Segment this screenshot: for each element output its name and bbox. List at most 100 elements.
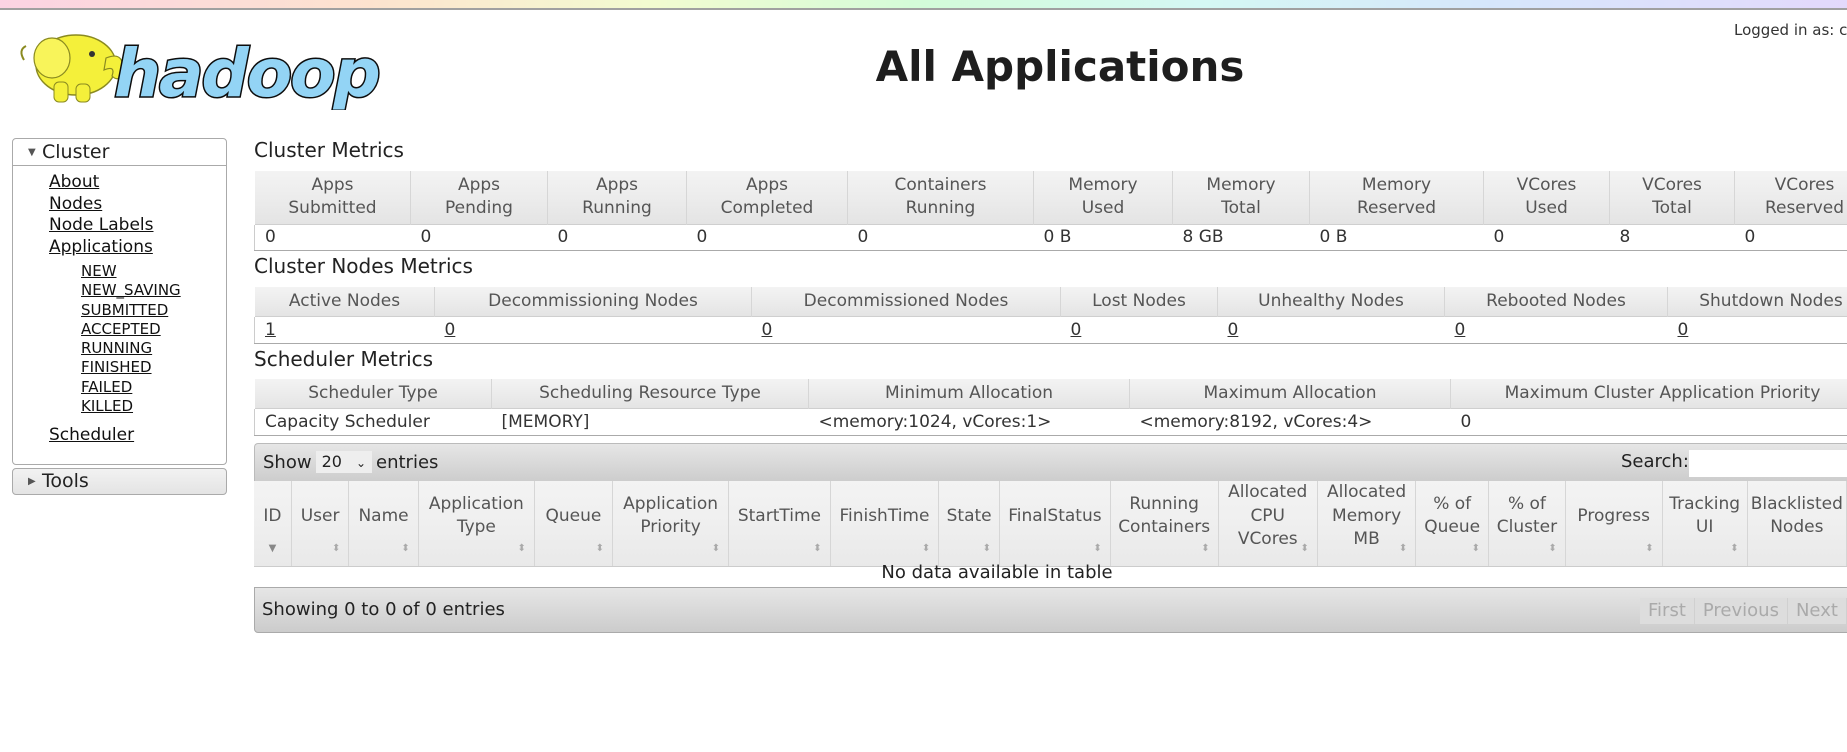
empty-table-message: No data available in table [881, 562, 1113, 583]
column-of-queue[interactable]: % of Queue ⬍ [1415, 481, 1490, 567]
column-starttime[interactable]: StartTime ⬍ [728, 481, 831, 567]
header-apps-pending: Apps Pending [410, 171, 548, 224]
value-decommissioning-nodes: 0 [434, 315, 752, 344]
sort-icon[interactable]: ⬍ [518, 543, 526, 554]
link-shutdown-nodes[interactable]: 0 [1678, 320, 1689, 340]
table-info: Showing 0 to 0 of 0 entries [262, 599, 505, 620]
page-size-control: Show 20 ⌄ entries [263, 451, 438, 473]
column-running-containers[interactable]: Running Containers ⬍ [1110, 481, 1219, 567]
pager-first-button[interactable]: First [1640, 598, 1695, 624]
column-state[interactable]: State ⬍ [938, 481, 1001, 567]
column-name[interactable]: Name ⬍ [348, 481, 419, 567]
search-label: Search: [1621, 451, 1689, 472]
apps-table-toolbar: Show 20 ⌄ entries Search: [254, 443, 1847, 481]
link-unhealthy-nodes[interactable]: 0 [1228, 320, 1239, 340]
value-containers-running: 0 [847, 223, 1034, 251]
sidebar-item-about[interactable]: About [49, 172, 99, 192]
chevron-down-icon: ⌄ [355, 456, 366, 470]
sort-icon[interactable]: ⬍ [813, 543, 821, 554]
column-application-priority[interactable]: Application Priority ⬍ [612, 481, 730, 567]
sort-icon[interactable]: ⬍ [332, 543, 340, 554]
header-lost-nodes: Lost Nodes [1060, 287, 1218, 316]
header-rebooted-nodes: Rebooted Nodes [1444, 287, 1668, 316]
value-vcores-total: 8 [1609, 223, 1735, 251]
header-maximum-cluster-application-priority: Maximum Cluster Application Priority [1450, 379, 1847, 408]
value-apps-pending: 0 [410, 223, 548, 251]
sort-icon[interactable]: ⬍ [922, 543, 930, 554]
pager-next-button[interactable]: Next [1788, 598, 1847, 624]
column-finalstatus[interactable]: FinalStatus ⬍ [999, 481, 1111, 567]
header-vcores-used: VCores Used [1483, 171, 1610, 224]
header-memory-total: Memory Total [1172, 171, 1310, 224]
column-user[interactable]: User ⬍ [291, 481, 350, 567]
sort-icon[interactable]: ⬍ [1472, 543, 1480, 554]
header-apps-submitted: Apps Submitted [254, 171, 411, 224]
sidebar-item-applications[interactable]: Applications [49, 237, 153, 257]
sidebar-item-node-labels[interactable]: Node Labels [49, 215, 154, 235]
link-rebooted-nodes[interactable]: 0 [1455, 320, 1466, 340]
browser-top-strip [0, 0, 1847, 10]
pager-previous-button[interactable]: Previous [1695, 598, 1788, 624]
column-id[interactable]: ID ▼ [254, 481, 292, 567]
link-decommissioned-nodes[interactable]: 0 [762, 320, 773, 340]
column-of-cluster[interactable]: % of Cluster ⬍ [1488, 481, 1566, 567]
column-blacklisted-nodes[interactable]: Blacklisted Nodes [1747, 481, 1847, 567]
sidebar-state-finished[interactable]: FINISHED [81, 358, 152, 376]
sidebar-item-nodes[interactable]: Nodes [49, 194, 102, 214]
sidebar-state-accepted[interactable]: ACCEPTED [81, 320, 161, 338]
value-maximum-cluster-application-priority: 0 [1450, 407, 1847, 436]
sidebar-state-killed[interactable]: KILLED [81, 397, 133, 415]
value-memory-total: 8 GB [1172, 223, 1310, 251]
value-apps-submitted: 0 [254, 223, 411, 251]
value-unhealthy-nodes: 0 [1217, 315, 1445, 344]
sidebar-state-new-saving[interactable]: NEW_SAVING [81, 281, 181, 299]
column-application-type[interactable]: Application Type ⬍ [418, 481, 535, 567]
sort-icon[interactable]: ⬍ [712, 543, 720, 554]
tools-section-label: Tools [42, 470, 89, 492]
header-scheduler-type: Scheduler Type [254, 379, 492, 408]
sort-icon[interactable]: ⬍ [1548, 543, 1556, 554]
tools-section-toggle[interactable]: ▶ Tools [13, 469, 226, 494]
header-decommissioning-nodes: Decommissioning Nodes [434, 287, 752, 316]
sort-icon[interactable]: ⬍ [401, 543, 409, 554]
column-finishtime[interactable]: FinishTime ⬍ [830, 481, 940, 567]
column-progress[interactable]: Progress ⬍ [1565, 481, 1663, 567]
sort-icon[interactable]: ⬍ [1730, 543, 1738, 554]
sidebar-item-scheduler[interactable]: Scheduler [49, 425, 134, 445]
link-decommissioning-nodes[interactable]: 0 [445, 320, 456, 340]
sort-icon[interactable]: ⬍ [983, 543, 991, 554]
sidebar-state-failed[interactable]: FAILED [81, 378, 132, 396]
pagination: First Previous Next Last [1640, 598, 1847, 624]
sort-icon[interactable]: ⬍ [596, 543, 604, 554]
sidebar-state-submitted[interactable]: SUBMITTED [81, 301, 168, 319]
entries-label: entries [376, 452, 439, 473]
header-unhealthy-nodes: Unhealthy Nodes [1217, 287, 1445, 316]
sidebar-tools-panel[interactable]: ▶ Tools [12, 468, 227, 495]
sort-desc-icon[interactable]: ▼ [269, 543, 277, 554]
header-maximum-allocation: Maximum Allocation [1129, 379, 1451, 408]
header-active-nodes: Active Nodes [254, 287, 435, 316]
header-containers-running: Containers Running [847, 171, 1034, 224]
sort-icon[interactable]: ⬍ [1201, 543, 1209, 554]
value-apps-running: 0 [547, 223, 687, 251]
sidebar-state-running[interactable]: RUNNING [81, 339, 152, 357]
header-minimum-allocation: Minimum Allocation [808, 379, 1130, 408]
cluster-metrics-heading: Cluster Metrics [254, 138, 404, 162]
column-allocated-cpu-vcores[interactable]: Allocated CPU VCores ⬍ [1218, 481, 1318, 567]
sort-icon[interactable]: ⬍ [1093, 543, 1101, 554]
expand-open-icon: ▼ [28, 147, 36, 158]
value-vcores-reserved: 0 [1734, 223, 1847, 251]
sidebar-state-new[interactable]: NEW [81, 262, 117, 280]
link-lost-nodes[interactable]: 0 [1071, 320, 1082, 340]
column-queue[interactable]: Queue ⬍ [534, 481, 613, 567]
sort-icon[interactable]: ⬍ [1399, 543, 1407, 554]
column-tracking-ui[interactable]: Tracking UI ⬍ [1662, 481, 1748, 567]
cluster-section-toggle[interactable]: ▼ Cluster [13, 139, 226, 166]
page-size-select[interactable]: 20 ⌄ [315, 451, 372, 473]
value-scheduling-resource-type: [MEMORY] [491, 407, 809, 436]
sort-icon[interactable]: ⬍ [1645, 543, 1653, 554]
sort-icon[interactable]: ⬍ [1301, 543, 1309, 554]
search-input[interactable] [1689, 450, 1847, 477]
link-active-nodes[interactable]: 1 [265, 320, 276, 340]
column-allocated-memory-mb[interactable]: Allocated Memory MB ⬍ [1317, 481, 1417, 567]
